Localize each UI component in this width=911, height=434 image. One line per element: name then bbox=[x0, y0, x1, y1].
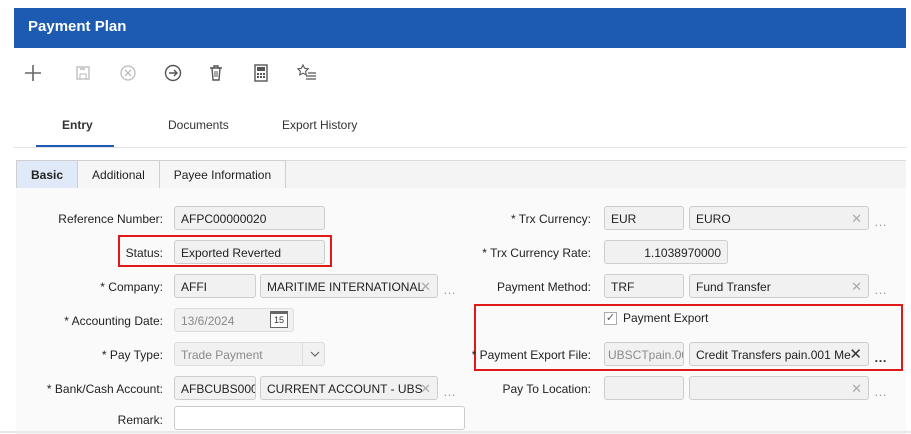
payment-export-label: Payment Export bbox=[623, 311, 709, 325]
bank-cash-account-code-field[interactable]: AFBCUBS000( bbox=[174, 376, 256, 400]
payment-export-file-code-field[interactable]: UBSCTpain.00 bbox=[604, 342, 684, 366]
delete-icon[interactable] bbox=[205, 62, 227, 84]
save-icon[interactable] bbox=[72, 62, 94, 84]
title-bar: Payment Plan bbox=[14, 8, 906, 48]
more-icon[interactable]: … bbox=[874, 350, 888, 365]
remark-field[interactable] bbox=[174, 406, 465, 430]
reference-number-label: Reference Number: bbox=[58, 212, 163, 226]
subtab-additional[interactable]: Additional bbox=[77, 160, 160, 189]
payment-method-code-field[interactable]: TRF bbox=[604, 274, 684, 298]
trx-currency-name-field[interactable]: EURO ✕ bbox=[689, 206, 869, 230]
pay-to-location-label: Pay To Location: bbox=[502, 382, 591, 396]
add-icon[interactable] bbox=[22, 62, 44, 84]
more-icon[interactable]: … bbox=[874, 384, 888, 399]
tab-documents[interactable]: Documents bbox=[168, 118, 229, 132]
remark-label: Remark: bbox=[117, 413, 163, 427]
payment-export-file-name-text: Credit Transfers pain.001 Me bbox=[696, 348, 851, 362]
bank-cash-account-name-text: CURRENT ACCOUNT - UBS bbox=[267, 382, 423, 396]
calculator-icon[interactable] bbox=[250, 62, 272, 84]
more-icon[interactable]: … bbox=[874, 214, 888, 229]
trx-currency-rate-label: * Trx Currency Rate: bbox=[482, 246, 591, 260]
trx-currency-rate-field[interactable]: 1.1038970000 bbox=[604, 240, 728, 264]
tab-entry[interactable]: Entry bbox=[62, 118, 93, 132]
accounting-date-label: * Accounting Date: bbox=[64, 314, 163, 328]
payment-method-label: Payment Method: bbox=[496, 280, 591, 294]
payment-method-name-text: Fund Transfer bbox=[696, 280, 771, 294]
pay-to-location-code-field[interactable] bbox=[604, 376, 684, 400]
more-icon[interactable]: … bbox=[443, 384, 457, 399]
clear-icon[interactable]: ✕ bbox=[420, 275, 431, 297]
pay-type-label: * Pay Type: bbox=[101, 348, 163, 362]
company-name-text: MARITIME INTERNATIONAL bbox=[267, 280, 425, 294]
payment-method-name-field[interactable]: Fund Transfer ✕ bbox=[689, 274, 869, 298]
subtab-payee-information[interactable]: Payee Information bbox=[158, 160, 287, 189]
company-code-field[interactable]: AFFI bbox=[174, 274, 256, 298]
trx-currency-code-field[interactable]: EUR bbox=[604, 206, 684, 230]
bank-cash-account-name-field[interactable]: CURRENT ACCOUNT - UBS ✕ bbox=[260, 376, 438, 400]
trx-currency-name-text: EURO bbox=[696, 212, 731, 226]
more-icon[interactable]: … bbox=[443, 282, 457, 297]
calendar-icon[interactable]: 15 bbox=[270, 311, 288, 328]
tab-divider bbox=[14, 147, 906, 148]
clear-icon[interactable]: ✕ bbox=[420, 377, 431, 399]
accounting-date-value: 13/6/2024 bbox=[181, 314, 235, 328]
trx-currency-label: * Trx Currency: bbox=[510, 212, 591, 226]
payment-export-checkbox[interactable]: ✓ bbox=[604, 312, 617, 325]
window-title: Payment Plan bbox=[28, 18, 127, 35]
company-name-field[interactable]: MARITIME INTERNATIONAL ✕ bbox=[260, 274, 438, 298]
pay-type-value: Trade Payment bbox=[181, 348, 263, 362]
clear-icon[interactable]: ✕ bbox=[851, 207, 862, 229]
pay-to-location-name-field[interactable]: ✕ bbox=[689, 376, 869, 400]
payment-export-file-name-field[interactable]: Credit Transfers pain.001 Me ✕ bbox=[689, 342, 869, 366]
subtab-basic[interactable]: Basic bbox=[16, 160, 79, 189]
chevron-down-icon[interactable] bbox=[302, 342, 326, 366]
more-icon[interactable]: … bbox=[874, 282, 888, 297]
calendar-day: 15 bbox=[273, 315, 284, 325]
tab-export-history[interactable]: Export History bbox=[282, 118, 357, 132]
company-label: * Company: bbox=[100, 280, 163, 294]
payment-export-file-label: * Payment Export File: bbox=[471, 348, 591, 362]
reference-number-field[interactable]: AFPC00000020 bbox=[174, 206, 325, 230]
clear-icon[interactable]: ✕ bbox=[851, 275, 862, 297]
status-highlight-box bbox=[118, 235, 332, 267]
bank-cash-account-label: * Bank/Cash Account: bbox=[46, 382, 163, 396]
cancel-icon[interactable] bbox=[117, 62, 139, 84]
sub-tab-bar: Basic Additional Payee Information bbox=[16, 160, 287, 189]
clear-icon[interactable]: ✕ bbox=[849, 343, 862, 365]
navigate-icon[interactable] bbox=[162, 62, 184, 84]
clear-icon[interactable]: ✕ bbox=[851, 377, 862, 399]
favorite-list-icon[interactable] bbox=[296, 62, 318, 84]
